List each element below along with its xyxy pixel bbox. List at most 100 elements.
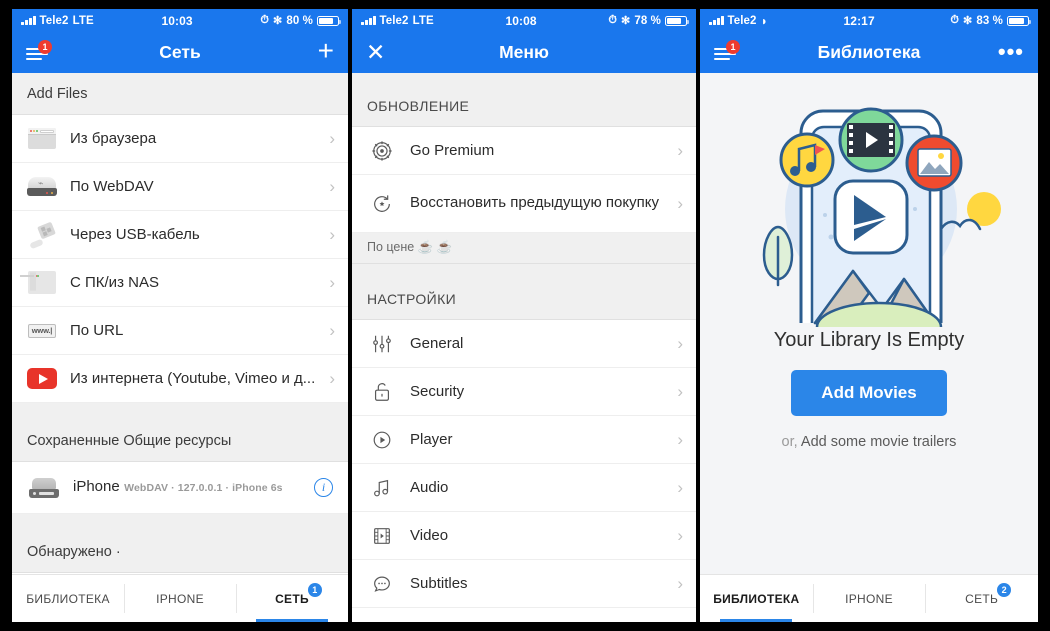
film-strip-icon [367, 523, 397, 549]
music-note-icon [367, 475, 397, 501]
section-header-add-files: Add Files [12, 73, 348, 115]
info-icon[interactable]: i [314, 478, 333, 497]
clock-label: 12:17 [843, 13, 875, 28]
tab-iphone[interactable]: IPHONE [812, 575, 926, 622]
chevron-right-icon: › [329, 225, 335, 244]
menu-item-security[interactable]: Security › [352, 368, 696, 416]
chevron-right-icon: › [677, 478, 683, 497]
tab-badge: 2 [997, 582, 1012, 597]
status-right: ⏱ ✻ 78 % [608, 14, 689, 27]
tab-bar: БИБЛИОТЕКА IPHONE СЕТЬ 2 [700, 574, 1038, 622]
clock-label: 10:03 [161, 13, 193, 28]
tab-label: IPHONE [156, 591, 204, 606]
chevron-right-icon: › [677, 141, 683, 160]
network-type-label: LTE [72, 14, 94, 27]
menu-item-video[interactable]: Video › [352, 512, 696, 560]
list-item-webdav[interactable]: ⌁ По WebDAV › [12, 163, 348, 211]
usb-cable-icon [27, 221, 57, 249]
carrier-label: Tele2 [39, 14, 69, 27]
list-icon [367, 619, 397, 623]
page-title: Библиотека [817, 42, 921, 62]
chevron-right-icon: › [677, 574, 683, 593]
nav-bar: ✕ Меню [352, 32, 696, 73]
tab-label: СЕТЬ [965, 591, 999, 606]
battery-percent-label: 83 % [976, 14, 1003, 27]
more-dots-icon[interactable]: ••• [998, 41, 1024, 63]
list-item-usb[interactable]: Через USB-кабель › [12, 211, 348, 259]
menu-badge: 1 [38, 39, 52, 54]
chevron-right-icon: › [677, 334, 683, 353]
tab-label: БИБЛИОТЕКА [26, 591, 110, 606]
nav-right: ••• [998, 41, 1024, 63]
saved-share-text: iPhone WebDAV · 127.0.0.1 · iPhone 6s [73, 478, 314, 497]
hamburger-menu-icon[interactable]: 1 [26, 39, 52, 61]
alarm-icon: ⏱ [608, 14, 618, 26]
nav-bar: 1 Библиотека ••• [700, 32, 1038, 73]
list-item-label: С ПК/из NAS [70, 274, 159, 291]
list-item-internet[interactable]: Из интернета (Youtube, Vimeo и д... › [12, 355, 348, 403]
bluetooth-icon: ✻ [273, 15, 283, 27]
tab-iphone[interactable]: IPHONE [124, 575, 236, 622]
saved-share-subtitle: WebDAV · 127.0.0.1 · iPhone 6s [124, 482, 283, 495]
menu-item-label: Security [410, 383, 465, 400]
menu-badge: 1 [726, 39, 740, 54]
list-item-nas[interactable]: С ПК/из NAS › [12, 259, 348, 307]
status-right: ⏱ ✻ 80 % [260, 14, 341, 27]
battery-icon [665, 15, 689, 26]
bluetooth-icon: ✻ [963, 15, 973, 27]
battery-percent-label: 80 % [286, 14, 313, 27]
browser-window-icon [27, 126, 57, 152]
tab-library[interactable]: БИБЛИОТЕКА [12, 575, 124, 622]
chevron-right-icon: › [677, 382, 683, 401]
section-spacer [12, 403, 348, 420]
phone-library-screen: Tele2 ◗ 12:17 ⏱ ✻ 83 % 1 Библиотека ••• [700, 9, 1038, 622]
chevron-right-icon: › [677, 430, 683, 449]
chevron-right-icon: › [329, 177, 335, 196]
battery-percent-label: 78 % [634, 14, 661, 27]
bluetooth-icon: ✻ [621, 15, 631, 27]
empty-subtext: or, Add some movie trailers [782, 434, 957, 450]
tab-network[interactable]: СЕТЬ 2 [925, 575, 1038, 622]
clock-label: 10:08 [505, 13, 537, 28]
menu-item-general[interactable]: General › [352, 320, 696, 368]
list-item-label: Из браузера [70, 130, 157, 147]
signal-bars-icon [21, 16, 36, 25]
phone-network-screen: Tele2 LTE 10:03 ⏱ ✻ 80 % 1 Сеть + Add Fi… [12, 9, 348, 622]
status-bar: Tele2 LTE 10:08 ⏱ ✻ 78 % [352, 9, 696, 32]
nav-bar: 1 Сеть + [12, 32, 348, 73]
list-item-url[interactable]: www.| По URL › [12, 307, 348, 355]
menu-item-audio[interactable]: Audio › [352, 464, 696, 512]
nav-left: ✕ [366, 41, 385, 64]
sliders-icon [367, 331, 397, 357]
menu-item-label: Video [410, 527, 449, 544]
wifi-drive-icon: ⌁ [27, 174, 57, 200]
menu-item-restore-purchase[interactable]: Восстановить предыдущую покупку › [352, 175, 696, 233]
menu-item-go-premium[interactable]: Go Premium › [352, 127, 696, 175]
section-footer-price: По цене ☕ ☕ [352, 233, 696, 264]
list-item-browser[interactable]: Из браузера › [12, 115, 348, 163]
plus-icon[interactable]: + [318, 37, 334, 65]
page-title: Меню [499, 42, 549, 62]
chevron-right-icon: › [677, 526, 683, 545]
menu-item-list[interactable]: List › [352, 608, 696, 622]
section-header-settings: НАСТРОЙКИ [352, 278, 696, 320]
hamburger-menu-icon[interactable]: 1 [714, 39, 740, 61]
battery-icon [1007, 15, 1031, 26]
list-item-saved-share[interactable]: iPhone WebDAV · 127.0.0.1 · iPhone 6s i [12, 462, 348, 514]
menu-item-player[interactable]: Player › [352, 416, 696, 464]
carrier-label: Tele2 [379, 14, 409, 27]
status-left: Tele2 LTE [21, 15, 94, 27]
status-left: Tele2 LTE [361, 15, 434, 27]
menu-item-subtitles[interactable]: Subtitles › [352, 560, 696, 608]
status-left: Tele2 ◗ [709, 15, 768, 27]
restore-purchase-icon [367, 191, 397, 217]
close-icon[interactable]: ✕ [366, 41, 385, 64]
add-trailers-link[interactable]: Add some movie trailers [801, 434, 957, 450]
menu-item-label: Subtitles [410, 575, 468, 592]
empty-title: Your Library Is Empty [773, 329, 965, 351]
tab-network[interactable]: СЕТЬ 1 [236, 575, 348, 622]
add-movies-button[interactable]: Add Movies [791, 370, 947, 416]
tab-library[interactable]: БИБЛИОТЕКА [700, 575, 813, 622]
network-content: Add Files Из браузера › ⌁ По WebDAV › Че… [12, 73, 348, 574]
list-item-label: Через USB-кабель [70, 226, 200, 243]
